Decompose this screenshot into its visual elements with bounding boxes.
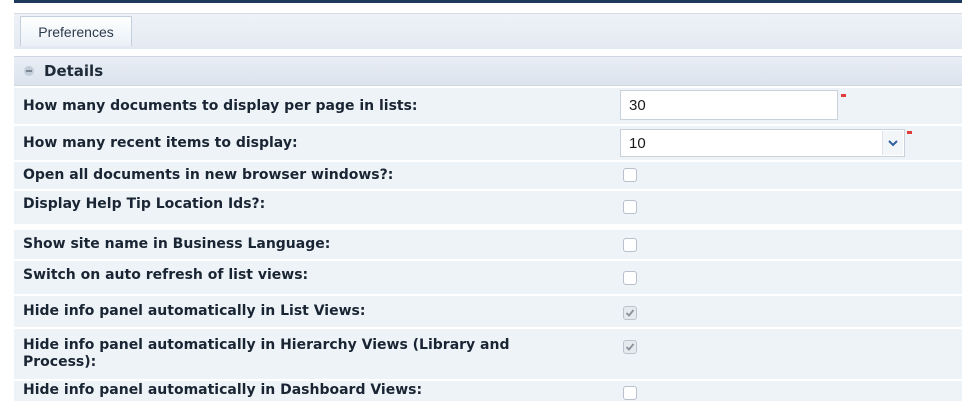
auto-refresh-checkbox[interactable] <box>623 271 637 285</box>
tab-preferences[interactable]: Preferences <box>20 16 132 46</box>
open-new-window-label: Open all documents in new browser window… <box>23 167 394 183</box>
site-name-business-label: Show site name in Business Language: <box>23 236 331 252</box>
docs-per-page-label: How many documents to display per page i… <box>23 97 418 114</box>
row-site-name-business: Show site name in Business Language: <box>14 230 962 259</box>
collapse-icon[interactable] <box>24 66 34 76</box>
row-auto-refresh: Switch on auto refresh of list views: <box>14 261 962 294</box>
tab-bar-background <box>14 13 962 49</box>
section-header-details[interactable]: Details <box>14 56 962 86</box>
recent-items-select[interactable]: 10 <box>620 129 905 157</box>
recent-items-label: How many recent items to display: <box>23 134 298 151</box>
hide-info-list-label: Hide info panel automatically in List Vi… <box>23 303 366 319</box>
tab-bar: Preferences <box>14 3 962 49</box>
hide-info-hierarchy-checkbox[interactable] <box>623 340 637 354</box>
row-hide-info-hierarchy: Hide info panel automatically in Hierarc… <box>14 329 962 379</box>
row-docs-per-page: How many documents to display per page i… <box>14 88 962 124</box>
help-tip-ids-checkbox[interactable] <box>623 200 637 214</box>
required-marker <box>907 131 912 134</box>
row-recent-items: How many recent items to display: 10 <box>14 126 962 160</box>
required-marker <box>841 94 846 97</box>
hide-info-dashboard-label: Hide info panel automatically in Dashboa… <box>23 382 423 398</box>
hide-info-hierarchy-label: Hide info panel automatically in Hierarc… <box>23 337 510 370</box>
hide-info-list-checkbox[interactable] <box>623 306 637 320</box>
checkmark-icon <box>625 309 635 317</box>
row-hide-info-dashboard: Hide info panel automatically in Dashboa… <box>14 381 962 401</box>
row-open-new-window: Open all documents in new browser window… <box>14 162 962 189</box>
docs-per-page-input[interactable]: 30 <box>620 90 838 120</box>
checkmark-icon <box>625 343 635 351</box>
section-title: Details <box>44 62 104 80</box>
auto-refresh-label: Switch on auto refresh of list views: <box>23 267 309 283</box>
site-name-business-checkbox[interactable] <box>623 238 637 252</box>
row-help-tip-ids: Display Help Tip Location Ids?: <box>14 191 962 224</box>
row-hide-info-list: Hide info panel automatically in List Vi… <box>14 296 962 327</box>
help-tip-ids-label: Display Help Tip Location Ids?: <box>23 196 266 212</box>
chevron-down-icon[interactable] <box>882 131 903 155</box>
hide-info-dashboard-checkbox[interactable] <box>623 386 637 400</box>
recent-items-value: 10 <box>629 135 646 152</box>
open-new-window-checkbox[interactable] <box>623 168 637 182</box>
